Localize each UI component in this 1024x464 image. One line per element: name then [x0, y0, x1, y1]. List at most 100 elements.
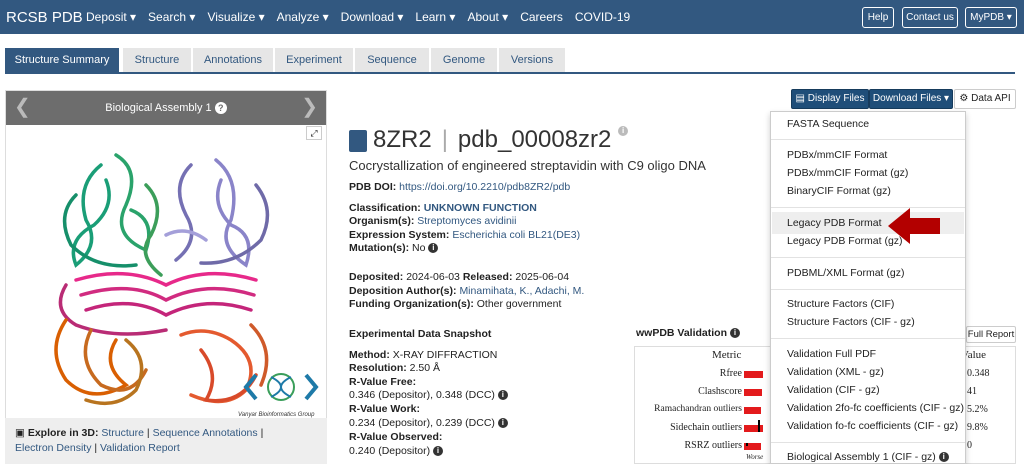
nav-covid[interactable]: COVID-19: [575, 10, 630, 24]
expression-link[interactable]: Escherichia coli BL21(DE3): [452, 229, 580, 241]
menu-fasta[interactable]: FASTA Sequence: [787, 118, 869, 130]
menu-mmcif-gz[interactable]: PDBx/mmCIF Format (gz): [787, 167, 908, 179]
doi-link[interactable]: https://doi.org/10.2210/pdb8ZR2/pdb: [399, 181, 570, 193]
tab-structure[interactable]: Structure: [123, 48, 191, 72]
menu-divider: [771, 442, 965, 443]
help-button[interactable]: Help: [862, 7, 894, 28]
menu-divider: [771, 139, 965, 140]
expand-icon[interactable]: ⤢: [306, 126, 322, 140]
download-files-button[interactable]: Download Files ▾: [869, 89, 953, 109]
info-icon[interactable]: i: [497, 418, 508, 429]
site-brand[interactable]: RCSB PDB: [6, 9, 83, 26]
menu-divider: [771, 257, 965, 258]
value-sidechain: 9.8%: [967, 422, 988, 433]
info-icon[interactable]: i: [618, 126, 629, 136]
explore-validation-link[interactable]: Validation Report: [100, 442, 180, 454]
nav-analyze[interactable]: Analyze ▾: [277, 10, 329, 24]
explore-density-link[interactable]: Electron Density: [15, 442, 91, 454]
explore-sequence-link[interactable]: Sequence Annotations: [153, 427, 258, 439]
menu-sf-cif[interactable]: Structure Factors (CIF): [787, 298, 894, 310]
value-clashscore: 41: [967, 386, 977, 397]
menu-validation-pdf[interactable]: Validation Full PDF: [787, 348, 876, 360]
contact-button[interactable]: Contact us: [902, 7, 958, 28]
menu-mmcif[interactable]: PDBx/mmCIF Format: [787, 149, 887, 161]
tab-versions[interactable]: Versions: [499, 48, 565, 72]
tab-annotations[interactable]: Annotations: [193, 48, 273, 72]
tab-experiment[interactable]: Experiment: [275, 48, 353, 72]
mutation-row: Mutation(s): No i: [349, 242, 439, 254]
worse-label: Worse: [746, 453, 764, 461]
explore-structure-link[interactable]: Structure: [101, 427, 144, 439]
percentile-bar: [744, 371, 763, 378]
deposited-date: 2024-06-03: [406, 271, 460, 283]
classification-label: Classification:: [349, 202, 421, 214]
organism-label: Organism(s):: [349, 215, 415, 227]
gear-icon: ⚙: [959, 93, 969, 104]
prev-assembly-icon[interactable]: ❮: [14, 97, 31, 117]
robs-row: 0.240 (Depositor) i: [349, 445, 444, 457]
organism-link[interactable]: Streptomyces avidinii: [417, 215, 516, 227]
robs-label-row: R-Value Observed:: [349, 431, 442, 443]
tab-sequence[interactable]: Sequence: [355, 48, 429, 72]
menu-legacy-pdb[interactable]: Legacy PDB Format: [787, 217, 882, 229]
flask-icon: [349, 129, 367, 152]
menu-validation-xml[interactable]: Validation (XML - gz): [787, 366, 884, 378]
help-icon[interactable]: ?: [214, 102, 227, 115]
assembly-header: ❮ Biological Assembly 1 ? ❯: [6, 91, 326, 125]
tab-structure-summary[interactable]: Structure Summary: [5, 48, 119, 72]
data-api-label: Data API: [971, 93, 1011, 104]
nav-search[interactable]: Search ▾: [148, 10, 195, 24]
mypdb-button[interactable]: MyPDB ▾: [965, 7, 1017, 28]
menu-divider: [771, 289, 965, 290]
menu-sf-cif-gz[interactable]: Structure Factors (CIF - gz): [787, 316, 915, 328]
menu-pdbml[interactable]: PDBML/XML Format (gz): [787, 267, 904, 279]
separator: |: [260, 427, 264, 439]
info-icon[interactable]: i: [433, 446, 444, 457]
expression-row: Expression System: Escherichia coli BL21…: [349, 229, 580, 241]
display-files-button[interactable]: ▤ Display Files ▾: [791, 89, 869, 122]
next-assembly-icon[interactable]: ❯: [301, 97, 318, 117]
rwork-value: 0.234 (Depositor), 0.239 (DCC): [349, 417, 495, 429]
metric-rsrz: RSRZ outliers: [684, 440, 742, 451]
rfree-row: 0.346 (Depositor), 0.348 (DCC) i: [349, 389, 508, 401]
rfree-label: R-Value Free:: [349, 376, 417, 388]
doi-row: PDB DOI: https://doi.org/10.2210/pdb8ZR2…: [349, 181, 570, 193]
snapshot-heading: Experimental Data Snapshot: [349, 328, 492, 340]
data-api-button[interactable]: ⚙ Data API: [954, 89, 1016, 109]
menu-validation-cif[interactable]: Validation (CIF - gz): [787, 384, 880, 396]
menu-legacy-pdb-gz[interactable]: Legacy PDB Format (gz): [787, 235, 903, 247]
rfree-value: 0.346 (Depositor), 0.348 (DCC): [349, 389, 495, 401]
menu-assembly-cif[interactable]: Biological Assembly 1 (CIF - gz) i: [787, 451, 949, 463]
metric-clashscore: Clashscore: [698, 386, 742, 397]
nav-deposit[interactable]: Deposit ▾: [86, 10, 136, 24]
menu-bcif-gz[interactable]: BinaryCIF Format (gz): [787, 185, 891, 197]
authors-row: Deposition Author(s): Minamihata, K., Ad…: [349, 285, 584, 297]
main-nav: Deposit ▾ Search ▾ Visualize ▾ Analyze ▾…: [86, 10, 642, 24]
menu-validation-fofc[interactable]: Validation fo-fc coefficients (CIF - gz): [787, 420, 958, 432]
info-icon[interactable]: i: [938, 452, 949, 463]
nav-learn[interactable]: Learn ▾: [415, 10, 455, 24]
percentile-bar: [744, 389, 762, 396]
menu-validation-2fofc[interactable]: Validation 2fo-fc coefficients (CIF - gz…: [787, 402, 964, 414]
value-rsrz: 0: [967, 440, 972, 451]
nav-about[interactable]: About ▾: [467, 10, 508, 24]
nav-download[interactable]: Download ▾: [341, 10, 404, 24]
authors-link[interactable]: Minamihata, K., Adachi, M.: [459, 285, 584, 297]
classification-link[interactable]: UNKNOWN FUNCTION: [424, 202, 537, 214]
value-ramachandran: 5.2%: [967, 404, 988, 415]
info-icon[interactable]: i: [497, 390, 508, 401]
robs-value: 0.240 (Depositor): [349, 445, 431, 457]
info-icon[interactable]: i: [428, 243, 439, 254]
info-icon[interactable]: i: [729, 328, 740, 339]
tab-genome[interactable]: Genome: [431, 48, 497, 72]
deposited-label: Deposited:: [349, 271, 404, 283]
percentile-bar: [744, 425, 763, 432]
protein-structure-image[interactable]: [6, 125, 326, 417]
tick-mark: [746, 443, 748, 446]
nav-careers[interactable]: Careers: [520, 10, 563, 24]
method-row: Method: X-RAY DIFFRACTION: [349, 349, 497, 361]
full-report-button[interactable]: Full Report: [966, 326, 1016, 343]
resolution-value: 2.50 Å: [409, 362, 441, 374]
mutation-label: Mutation(s):: [349, 242, 410, 254]
nav-visualize[interactable]: Visualize ▾: [207, 10, 264, 24]
